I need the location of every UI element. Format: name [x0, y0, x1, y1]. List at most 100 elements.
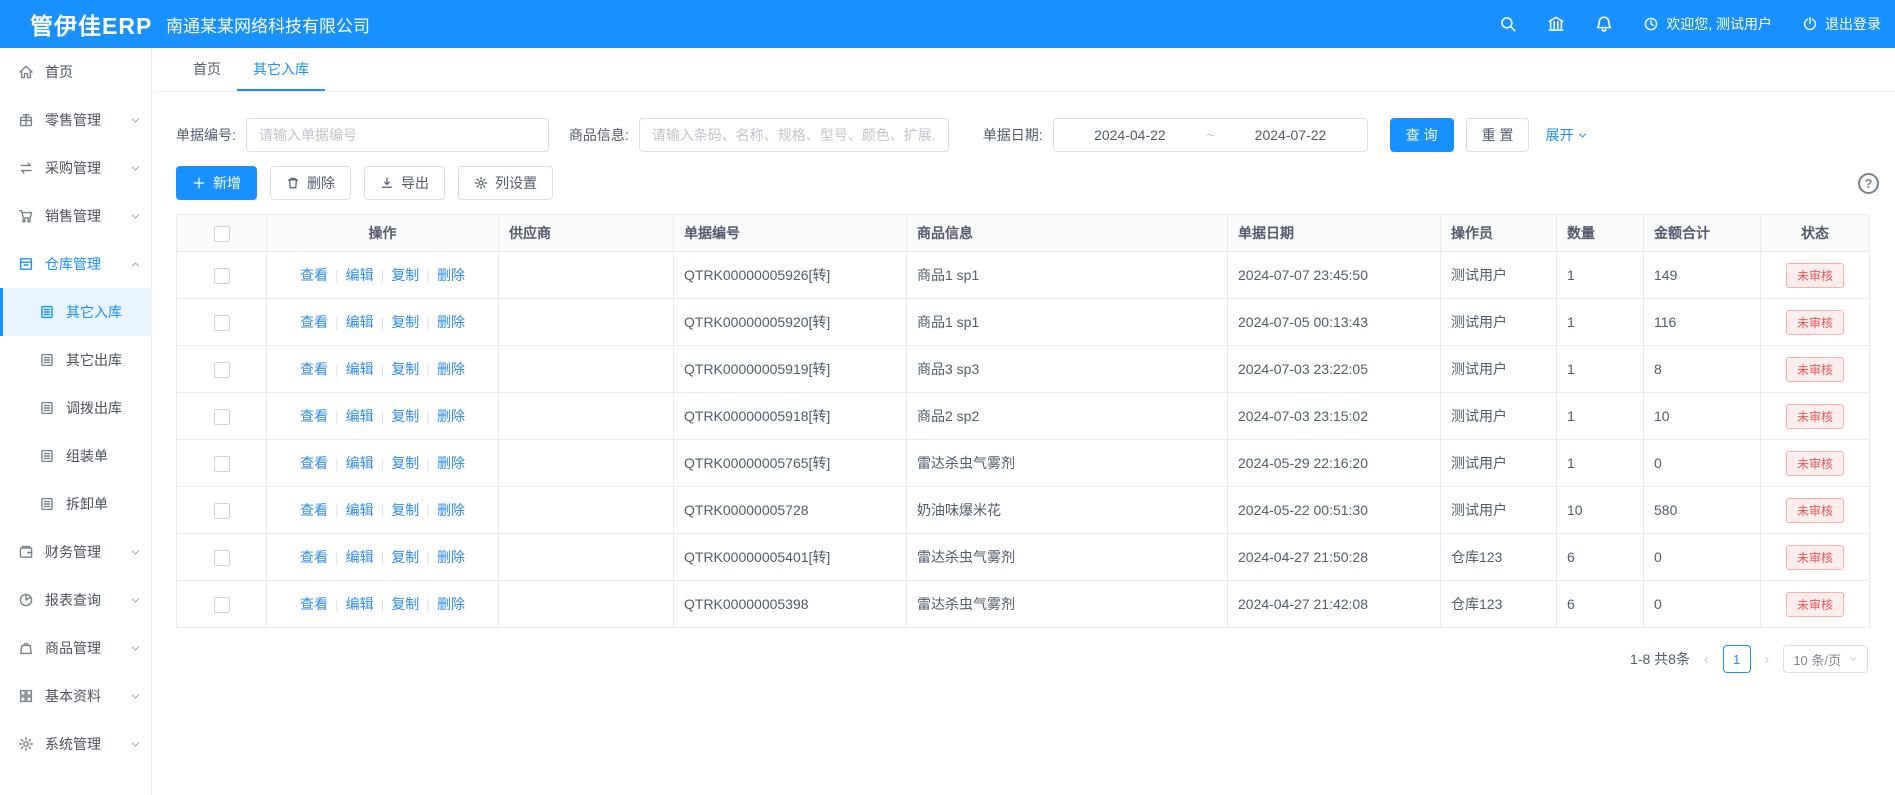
- product-info-input[interactable]: [639, 118, 949, 152]
- tab-other-inbound[interactable]: 其它入库: [237, 48, 325, 91]
- action-delete[interactable]: 删除: [437, 361, 465, 377]
- link-separator: |: [426, 549, 430, 565]
- cell-product: 雷达杀虫气雾剂: [907, 440, 1228, 487]
- sidebar-item-basic-data[interactable]: 基本资料: [0, 672, 151, 720]
- action-delete[interactable]: 删除: [437, 549, 465, 565]
- row-checkbox[interactable]: [214, 503, 230, 519]
- action-view[interactable]: 查看: [300, 361, 328, 377]
- date-to[interactable]: 2024-07-22: [1255, 127, 1327, 143]
- status-badge: 未审核: [1786, 310, 1844, 335]
- sidebar-item-warehouse[interactable]: 仓库管理: [0, 240, 151, 288]
- action-delete[interactable]: 删除: [437, 455, 465, 471]
- action-edit[interactable]: 编辑: [346, 267, 374, 283]
- action-view[interactable]: 查看: [300, 596, 328, 612]
- sidebar-item-finance[interactable]: 财务管理: [0, 528, 151, 576]
- row-checkbox[interactable]: [214, 362, 230, 378]
- sync-icon: [18, 160, 34, 176]
- logout-button[interactable]: 退出登录: [1802, 14, 1881, 34]
- action-copy[interactable]: 复制: [391, 267, 419, 283]
- sidebar-item-purchase[interactable]: 采购管理: [0, 144, 151, 192]
- action-copy[interactable]: 复制: [391, 549, 419, 565]
- sidebar-item-reports[interactable]: 报表查询: [0, 576, 151, 624]
- sidebar-item-label: 其它入库: [66, 302, 122, 322]
- select-all-checkbox[interactable]: [214, 226, 230, 242]
- action-view[interactable]: 查看: [300, 549, 328, 565]
- action-delete[interactable]: 删除: [437, 267, 465, 283]
- sidebar-item-label: 拆卸单: [66, 494, 108, 514]
- action-edit[interactable]: 编辑: [346, 408, 374, 424]
- sidebar-item-other-outbound[interactable]: 其它出库: [0, 336, 151, 384]
- action-copy[interactable]: 复制: [391, 314, 419, 330]
- date-range-picker[interactable]: 2024-04-22 ~ 2024-07-22: [1053, 118, 1368, 152]
- current-page-button[interactable]: 1: [1723, 645, 1751, 673]
- action-view[interactable]: 查看: [300, 455, 328, 471]
- status-badge: 未审核: [1786, 451, 1844, 476]
- sidebar-item-products[interactable]: 商品管理: [0, 624, 151, 672]
- bank-icon[interactable]: [1547, 15, 1565, 33]
- welcome-user[interactable]: 欢迎您, 测试用户: [1643, 14, 1772, 34]
- sidebar-item-assembly-order[interactable]: 组装单: [0, 432, 151, 480]
- add-button[interactable]: 新增: [176, 166, 257, 200]
- action-delete[interactable]: 删除: [437, 314, 465, 330]
- page-size-select[interactable]: 10 条/页: [1783, 645, 1868, 673]
- sidebar-item-system[interactable]: 系统管理: [0, 720, 151, 768]
- next-page-icon[interactable]: ›: [1763, 651, 1772, 667]
- action-edit[interactable]: 编辑: [346, 314, 374, 330]
- action-view[interactable]: 查看: [300, 314, 328, 330]
- sidebar-item-transfer-outbound[interactable]: 调拨出库: [0, 384, 151, 432]
- row-checkbox[interactable]: [214, 268, 230, 284]
- expand-toggle[interactable]: 展开: [1545, 125, 1588, 145]
- sidebar-item-disassembly-order[interactable]: 拆卸单: [0, 480, 151, 528]
- action-edit[interactable]: 编辑: [346, 502, 374, 518]
- cell-operator: 测试用户: [1441, 252, 1557, 299]
- sidebar-item-label: 调拨出库: [66, 398, 122, 418]
- row-checkbox[interactable]: [214, 550, 230, 566]
- sidebar-item-other-inbound[interactable]: 其它入库: [0, 288, 151, 336]
- action-edit[interactable]: 编辑: [346, 361, 374, 377]
- action-copy[interactable]: 复制: [391, 502, 419, 518]
- search-button[interactable]: 查 询: [1390, 118, 1454, 152]
- row-checkbox[interactable]: [214, 315, 230, 331]
- link-separator: |: [426, 267, 430, 283]
- cell-select: [177, 534, 267, 581]
- bell-icon[interactable]: [1595, 15, 1613, 33]
- row-checkbox[interactable]: [214, 456, 230, 472]
- search-icon[interactable]: [1499, 15, 1517, 33]
- action-copy[interactable]: 复制: [391, 455, 419, 471]
- row-checkbox[interactable]: [214, 597, 230, 613]
- cell-product: 雷达杀虫气雾剂: [907, 581, 1228, 628]
- action-edit[interactable]: 编辑: [346, 596, 374, 612]
- sidebar-item-label: 采购管理: [45, 158, 101, 178]
- link-separator: |: [381, 596, 385, 612]
- column-settings-button[interactable]: 列设置: [458, 166, 553, 200]
- sidebar-item-home[interactable]: 首页: [0, 48, 151, 96]
- cell-amount: 0: [1644, 581, 1761, 628]
- sidebar-item-sales[interactable]: 销售管理: [0, 192, 151, 240]
- action-delete[interactable]: 删除: [437, 502, 465, 518]
- export-button[interactable]: 导出: [364, 166, 445, 200]
- action-edit[interactable]: 编辑: [346, 549, 374, 565]
- reset-button[interactable]: 重 置: [1466, 118, 1530, 152]
- chevron-up-icon: [130, 259, 141, 270]
- action-edit[interactable]: 编辑: [346, 455, 374, 471]
- action-view[interactable]: 查看: [300, 408, 328, 424]
- action-copy[interactable]: 复制: [391, 596, 419, 612]
- action-copy[interactable]: 复制: [391, 361, 419, 377]
- doc-no-input[interactable]: [246, 118, 549, 152]
- action-delete[interactable]: 删除: [437, 408, 465, 424]
- action-delete[interactable]: 删除: [437, 596, 465, 612]
- table-row: 查看|编辑|复制|删除QTRK00000005920[转]商品1 sp12024…: [177, 299, 1870, 346]
- help-icon[interactable]: ?: [1858, 173, 1879, 194]
- row-checkbox[interactable]: [214, 409, 230, 425]
- tab-home[interactable]: 首页: [177, 48, 237, 91]
- sidebar-item-retail[interactable]: 零售管理: [0, 96, 151, 144]
- action-view[interactable]: 查看: [300, 267, 328, 283]
- cell-product: 商品1 sp1: [907, 252, 1228, 299]
- action-copy[interactable]: 复制: [391, 408, 419, 424]
- action-view[interactable]: 查看: [300, 502, 328, 518]
- column-header-qty: 数量: [1557, 215, 1644, 252]
- prev-page-icon[interactable]: ‹: [1702, 651, 1711, 667]
- date-from[interactable]: 2024-04-22: [1094, 127, 1166, 143]
- cell-doc-no: QTRK00000005728: [674, 487, 907, 534]
- delete-button[interactable]: 删除: [270, 166, 351, 200]
